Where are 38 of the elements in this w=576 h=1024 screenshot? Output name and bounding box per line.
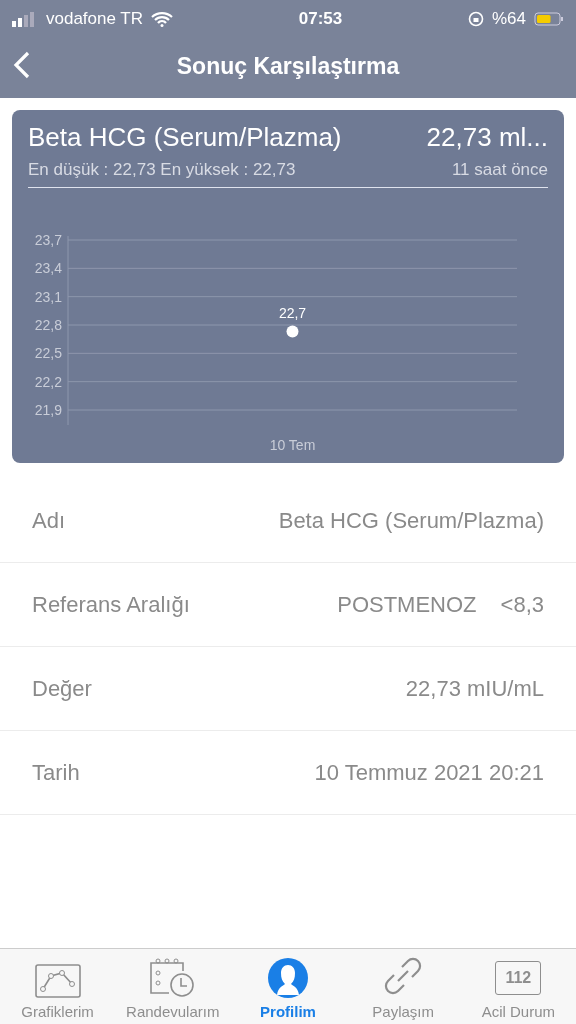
tab-item[interactable]: Grafiklerim [0,949,116,1024]
time-ago: 11 saat önce [451,159,548,181]
status-time: 07:53 [298,8,343,31]
detail-value: Beta HCG (Serum/Plazma) [278,507,544,535]
test-name: Beta HCG (Serum/Plazma) [28,121,342,154]
detail-label: Adı [32,507,66,535]
battery-icon [534,11,564,27]
tab-item[interactable]: 112 Acil Durum [460,949,576,1024]
wifi-icon [151,11,174,27]
y-tick-label: 22,2 [34,373,62,390]
y-tick-label: 23,1 [34,288,62,305]
detail-value: 10 Temmuz 2021 20:21 [314,759,544,787]
x-tick-label: 10 Tem [269,436,316,453]
y-tick-label: 23,4 [34,259,62,276]
tab-item[interactable]: Profilim [230,949,346,1024]
detail-value: 22,73 mIU/mL [405,675,544,703]
emergency-number-icon: 112 [495,961,542,995]
test-value: 22,73 ml... [426,121,548,154]
data-label: 22,7 [278,304,307,321]
detail-value: <8,3 [500,591,544,619]
calendar-clock-icon [148,957,197,999]
page-title: Sonuç Karşılaştırma [176,51,400,81]
detail-label: Referans Aralığı [32,591,190,619]
detail-value: POSTMENOZ [337,591,477,619]
y-tick-label: 22,5 [34,344,62,361]
data-point [286,325,299,338]
y-tick-label: 22,8 [34,316,62,333]
detail-label: Değer [32,675,92,703]
tab-item[interactable]: Paylaşım [345,949,461,1024]
y-tick-label: 21,9 [34,401,62,418]
rotation-lock-icon [468,11,484,27]
line-chart-icon [33,963,82,999]
carrier-name: vodafone TR [46,8,144,31]
tab-item[interactable]: Randevularım [115,949,231,1024]
y-tick-label: 23,7 [34,231,62,248]
min-max-text: En düşük : 22,73 En yüksek : 22,73 [28,159,296,181]
detail-label: Tarih [32,759,80,787]
battery-percent: %64 [492,8,526,31]
